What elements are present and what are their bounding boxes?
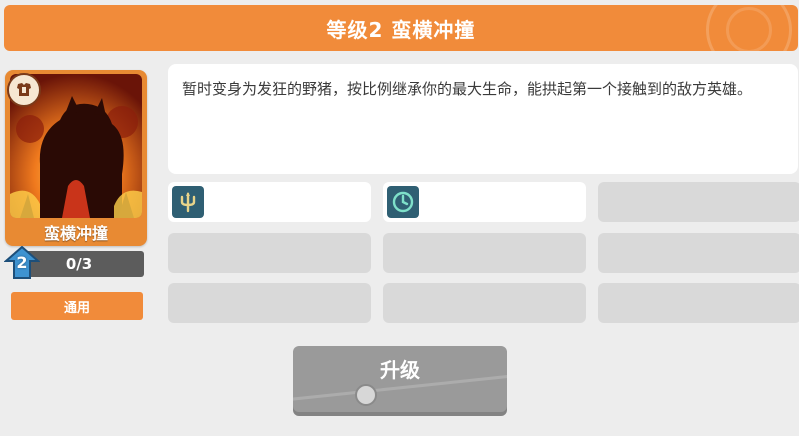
attribute-slot-empty [598,233,799,273]
coin-icon [355,384,377,406]
skill-level-title: 等级2 蛮横冲撞 [326,17,476,42]
skill-name: 蛮横冲撞 [43,224,108,243]
attribute-slot-empty [383,283,586,323]
title-decoration-inner [726,7,772,51]
generic-tag-button[interactable]: 通用 [11,292,143,320]
attribute-slot-empty [598,283,799,323]
attribute-slot-empty [383,233,586,273]
armor-icon [7,73,41,107]
attribute-slot[interactable] [383,182,586,222]
level-up-arrow-icon: 2 [3,245,41,280]
skill-description-text: 暂时变身为发狂的野猪，按比例继承你的最大生命，能拱起第一个接触到的敌方英雄。 [182,80,753,98]
attribute-slot-empty [168,283,371,323]
upgrade-label: 升级 [380,358,420,382]
trident-icon [172,186,204,218]
attribute-slot-empty [598,182,799,222]
level-progress-text: 0/3 [65,255,93,273]
clock-icon [387,186,419,218]
upgrade-button[interactable]: 升级 [293,346,507,416]
level-badge: 2 [16,253,28,272]
generic-tag-label: 通用 [63,300,90,316]
attribute-slot[interactable] [168,182,371,222]
title-bar: 等级2 蛮横冲撞 [4,5,798,51]
attribute-slot-empty [168,233,371,273]
skill-description: 暂时变身为发狂的野猪，按比例继承你的最大生命，能拱起第一个接触到的敌方英雄。 [168,64,798,174]
